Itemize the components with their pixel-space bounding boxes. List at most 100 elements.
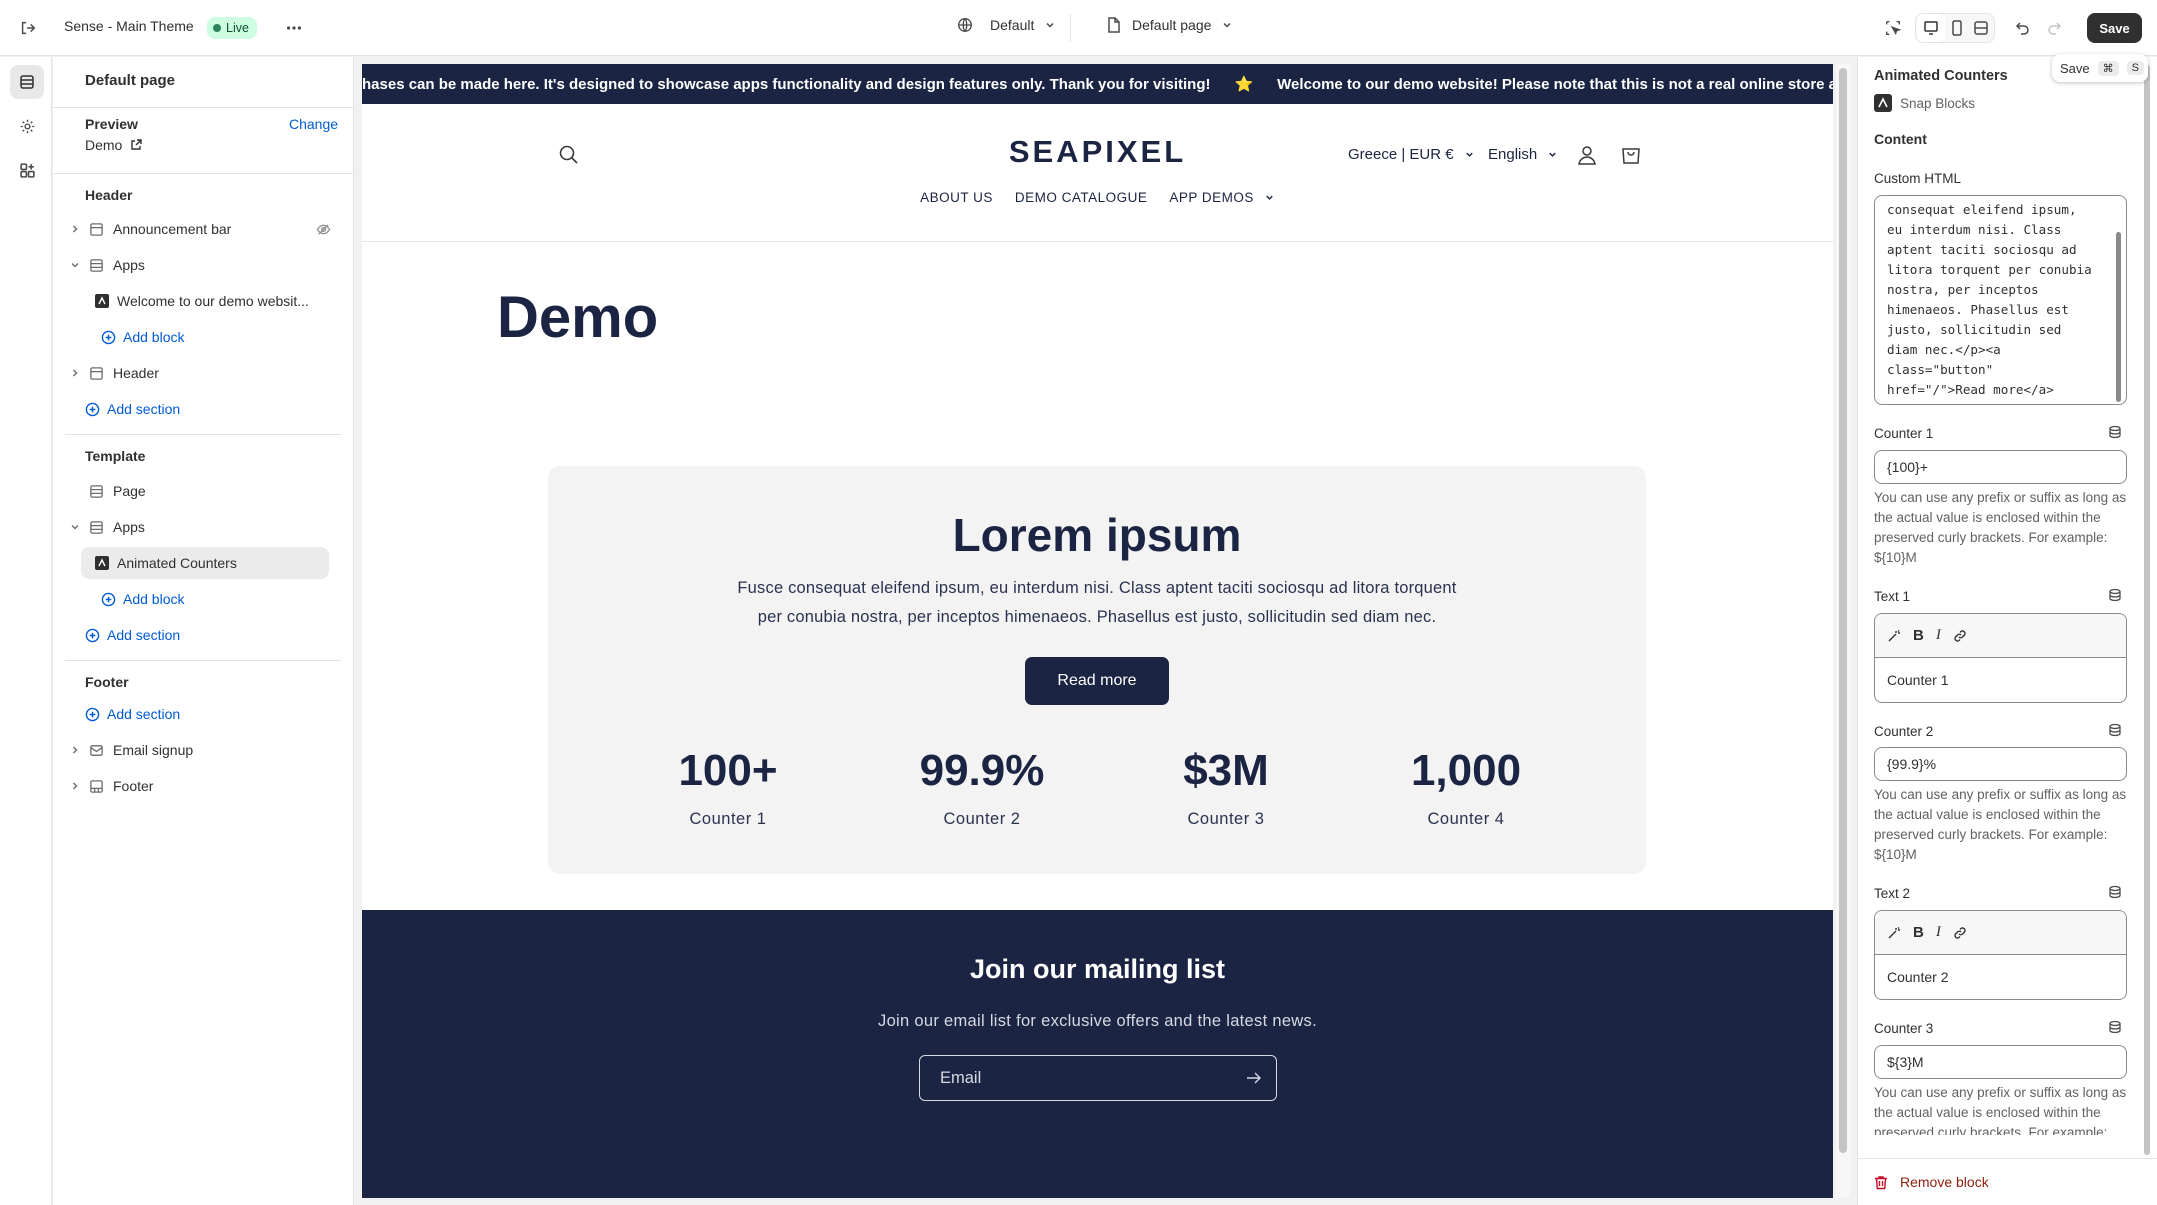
remove-block-button[interactable]: Remove block xyxy=(1858,1158,2157,1205)
nav-about-us[interactable]: ABOUT US xyxy=(920,190,993,205)
section-footer[interactable]: Footer xyxy=(65,770,341,802)
counter1-input[interactable]: {100}+ xyxy=(1874,450,2127,484)
preview-value-link[interactable]: Demo xyxy=(85,137,143,153)
counter-label: Counter 1 xyxy=(689,810,767,828)
undo-button[interactable] xyxy=(2009,14,2037,42)
fullscreen-view-button[interactable] xyxy=(1969,14,1993,42)
custom-html-textarea[interactable]: consequat eleifend ipsum, eu interdum ni… xyxy=(1874,195,2127,405)
redo-button[interactable] xyxy=(2040,14,2068,42)
textarea-scrollbar[interactable] xyxy=(2116,232,2121,402)
newsletter-email-input[interactable]: Email xyxy=(919,1055,1277,1101)
cart-button[interactable] xyxy=(1620,144,1642,166)
live-dot-icon xyxy=(213,24,221,32)
section-header[interactable]: Header xyxy=(65,357,341,389)
section-label: Header xyxy=(113,365,159,381)
language-selector[interactable]: English xyxy=(1488,146,1558,163)
section-email-signup[interactable]: Email signup xyxy=(65,734,341,766)
eye-hidden-icon[interactable] xyxy=(316,222,331,237)
counter2-help: You can use any prefix or suffix as long… xyxy=(1874,787,2127,862)
store-logo[interactable]: SEAPIXEL xyxy=(362,134,1833,170)
bold-icon[interactable]: B xyxy=(1913,627,1924,644)
counter2-input[interactable]: {99.9}% xyxy=(1874,747,2127,781)
magic-icon[interactable] xyxy=(1887,926,1901,940)
chevron-down-icon xyxy=(1044,19,1056,31)
italic-icon[interactable]: I xyxy=(1936,924,1941,941)
exit-button[interactable] xyxy=(14,14,42,42)
settings-scrollbar[interactable] xyxy=(2141,61,2153,1161)
dynamic-source-icon[interactable] xyxy=(2108,1020,2122,1034)
counter3-input[interactable]: ${3}M xyxy=(1874,1045,2127,1079)
chevron-right-icon[interactable] xyxy=(65,781,85,791)
text2-editor[interactable]: B I Counter 2 xyxy=(1874,910,2127,1000)
section-announcement-bar[interactable]: Announcement bar xyxy=(65,213,341,245)
newsletter-section: Join our mailing list Join our email lis… xyxy=(362,910,1833,1198)
page-select[interactable]: Default page xyxy=(1106,16,1233,34)
dynamic-source-icon[interactable] xyxy=(2108,723,2122,737)
chevron-down-icon[interactable] xyxy=(65,522,85,532)
locale-selector[interactable]: Greece | EUR € xyxy=(1348,146,1475,163)
section-label: Apps xyxy=(113,257,145,273)
read-more-button[interactable]: Read more xyxy=(1026,658,1168,704)
add-section-button[interactable]: Add section xyxy=(85,619,361,651)
dynamic-source-icon[interactable] xyxy=(2108,588,2122,602)
preview-value: Demo xyxy=(85,137,123,153)
text2-value[interactable]: Counter 2 xyxy=(1875,955,2126,999)
add-section-button[interactable]: Add section xyxy=(85,393,361,425)
theme-setting-select[interactable]: Default xyxy=(956,16,1056,34)
nav-demo-catalogue[interactable]: DEMO CATALOGUE xyxy=(1015,190,1148,205)
section-apps-template[interactable]: Apps xyxy=(65,511,341,543)
header-divider xyxy=(362,241,1833,242)
save-button[interactable]: Save xyxy=(2087,13,2142,43)
block-label: Welcome to our demo websit... xyxy=(117,293,309,309)
theme-settings-button[interactable] xyxy=(10,109,44,143)
more-actions-button[interactable] xyxy=(280,14,308,42)
sections-icon xyxy=(20,75,34,89)
chevron-down-icon[interactable] xyxy=(65,260,85,270)
block-welcome[interactable]: Welcome to our demo websit... xyxy=(93,285,341,317)
text1-label: Text 1 xyxy=(1874,589,1911,604)
italic-icon[interactable]: I xyxy=(1936,627,1941,644)
cart-icon xyxy=(1622,148,1640,164)
section-page[interactable]: Page xyxy=(65,475,341,507)
apps-button[interactable] xyxy=(10,153,44,187)
link-icon[interactable] xyxy=(1953,926,1967,940)
link-icon[interactable] xyxy=(1953,629,1967,643)
magic-icon[interactable] xyxy=(1887,629,1901,643)
live-badge: Live xyxy=(207,17,257,39)
announcement-bar[interactable]: hases can be made here. It's designed to… xyxy=(362,64,1833,104)
desktop-view-button[interactable] xyxy=(1917,14,1945,42)
chevron-right-icon[interactable] xyxy=(65,224,85,234)
bold-icon[interactable]: B xyxy=(1913,924,1924,941)
text1-editor[interactable]: B I Counter 1 xyxy=(1874,613,2127,703)
chevron-right-icon[interactable] xyxy=(65,745,85,755)
chevron-right-icon[interactable] xyxy=(65,368,85,378)
dynamic-source-icon[interactable] xyxy=(2108,425,2122,439)
add-section-label: Add section xyxy=(107,401,181,417)
sections-button[interactable] xyxy=(10,65,44,99)
text2-label: Text 2 xyxy=(1874,886,1911,901)
preview-scrollbar[interactable] xyxy=(1836,64,1850,1198)
section-label: Footer xyxy=(113,778,154,794)
mobile-view-button[interactable] xyxy=(1945,14,1969,42)
plus-circle-icon xyxy=(85,707,100,722)
sidebar-rail xyxy=(0,57,52,1205)
add-section-button[interactable]: Add section xyxy=(85,698,361,730)
section-apps-header[interactable]: Apps xyxy=(65,249,341,281)
counter2-label: Counter 2 xyxy=(1874,724,1934,739)
inspector-button[interactable] xyxy=(1879,14,1907,42)
app-source[interactable]: Snap Blocks xyxy=(1874,94,1975,112)
apps-icon xyxy=(19,162,35,178)
change-preview-link[interactable]: Change xyxy=(289,116,338,132)
account-button[interactable] xyxy=(1576,144,1598,166)
animated-counters-section[interactable]: Lorem ipsum Fusce consequat eleifend ips… xyxy=(548,466,1646,874)
arrow-right-icon[interactable] xyxy=(1246,1071,1262,1085)
content-heading: Content xyxy=(1874,131,1927,147)
text1-value[interactable]: Counter 1 xyxy=(1875,658,2126,702)
block-settings-panel: Animated Counters Snap Blocks Content Cu… xyxy=(1857,57,2157,1205)
add-block-button[interactable]: Add block xyxy=(101,321,341,353)
add-block-button[interactable]: Add block xyxy=(101,583,341,615)
page-select-label: Default page xyxy=(1132,17,1212,33)
dynamic-source-icon[interactable] xyxy=(2108,885,2122,899)
block-animated-counters[interactable]: Animated Counters xyxy=(81,547,329,579)
nav-app-demos[interactable]: APP DEMOS xyxy=(1169,190,1275,205)
